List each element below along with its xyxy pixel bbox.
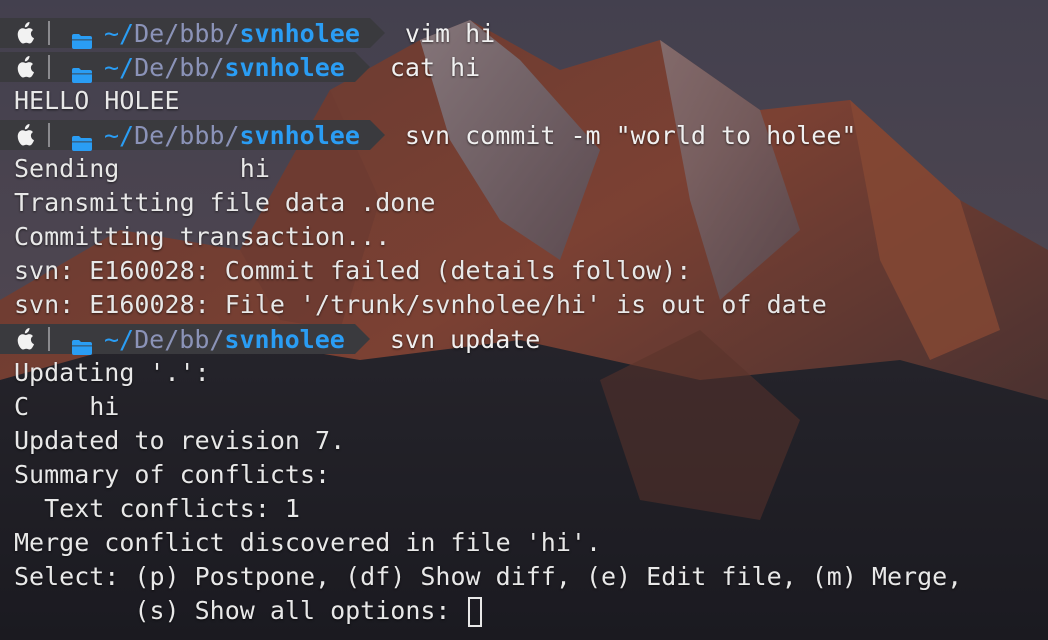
output-text: Select: (p) Postpone, (df) Show diff, (e… bbox=[14, 562, 963, 591]
output-text: svn: E160028: File '/trunk/svnholee/hi' … bbox=[14, 290, 827, 319]
output-line: Summary of conflicts: bbox=[0, 458, 1048, 492]
output-line: Committing transaction... bbox=[0, 220, 1048, 254]
output-line: Select: (p) Postpone, (df) Show diff, (e… bbox=[0, 560, 1048, 594]
command-text: svn commit -m "world to holee" bbox=[404, 120, 857, 150]
path-home: ~/ bbox=[104, 18, 135, 48]
output-text: Merge conflict discovered in file 'hi'. bbox=[14, 528, 601, 557]
path-current-dir: svnholee bbox=[224, 324, 345, 354]
output-line: C hi bbox=[0, 390, 1048, 424]
output-line: HELLO HOLEE bbox=[0, 84, 1048, 118]
apple-icon bbox=[0, 324, 50, 354]
prompt-path: ~/De/bbb/svnholee bbox=[50, 120, 370, 151]
output-text: Committing transaction... bbox=[14, 222, 391, 251]
folder-icon bbox=[72, 60, 92, 83]
folder-icon bbox=[72, 332, 92, 355]
path-current-dir: svnholee bbox=[224, 52, 345, 82]
command-text: vim hi bbox=[404, 18, 496, 48]
prompt-path: ~/De/bb/svnholee bbox=[50, 52, 355, 83]
output-line: Updating '.': bbox=[0, 356, 1048, 390]
path-home: ~/ bbox=[104, 324, 135, 354]
folder-icon bbox=[72, 26, 92, 49]
path-parent: De/bbb/ bbox=[134, 120, 240, 150]
folder-icon bbox=[72, 128, 92, 151]
output-text: C hi bbox=[14, 392, 120, 421]
terminal-window[interactable]: ~/De/bbb/svnholee vim hi ~/De/bb/svnholee c… bbox=[0, 0, 1048, 640]
prompt-path: ~/De/bb/svnholee bbox=[50, 324, 355, 355]
output-text: Updating '.': bbox=[14, 358, 210, 387]
output-line: Updated to revision 7. bbox=[0, 424, 1048, 458]
output-text: Text conflicts: 1 bbox=[14, 494, 300, 523]
prompt-separator-arrow bbox=[369, 18, 385, 48]
path-current-dir: svnholee bbox=[239, 120, 360, 150]
output-line: svn: E160028: Commit failed (details fol… bbox=[0, 254, 1048, 288]
output-line: Transmitting file data .done bbox=[0, 186, 1048, 220]
path-parent: De/bbb/ bbox=[134, 18, 240, 48]
prompt-separator-arrow bbox=[369, 120, 385, 150]
prompt-separator-arrow bbox=[354, 52, 370, 82]
output-text: Summary of conflicts: bbox=[14, 460, 331, 489]
output-line: Merge conflict discovered in file 'hi'. bbox=[0, 526, 1048, 560]
output-text: Updated to revision 7. bbox=[14, 426, 346, 455]
prompt-line: ~/De/bbb/svnholee vim hi bbox=[0, 16, 1048, 50]
path-home: ~/ bbox=[104, 52, 135, 82]
output-text: svn: E160028: Commit failed (details fol… bbox=[14, 256, 692, 285]
command-text: cat hi bbox=[389, 52, 481, 82]
output-text: HELLO HOLEE bbox=[14, 86, 180, 115]
apple-icon bbox=[0, 120, 50, 150]
prompt-line: ~/De/bbb/svnholee svn commit -m "world to… bbox=[0, 118, 1048, 152]
apple-icon bbox=[0, 18, 50, 48]
input-prompt-text: (s) Show all options: bbox=[14, 596, 466, 625]
prompt-line: ~/De/bb/svnholee svn update bbox=[0, 322, 1048, 356]
path-parent: De/bb/ bbox=[134, 52, 225, 82]
prompt-path: ~/De/bbb/svnholee bbox=[50, 18, 370, 49]
output-text: Transmitting file data .done bbox=[14, 188, 436, 217]
input-prompt-line[interactable]: (s) Show all options: bbox=[0, 594, 1048, 628]
output-line: Sending hi bbox=[0, 152, 1048, 186]
prompt-line: ~/De/bb/svnholee cat hi bbox=[0, 50, 1048, 84]
output-line: svn: E160028: File '/trunk/svnholee/hi' … bbox=[0, 288, 1048, 322]
output-line: Text conflicts: 1 bbox=[0, 492, 1048, 526]
command-text: svn update bbox=[389, 324, 541, 354]
path-current-dir: svnholee bbox=[239, 18, 360, 48]
path-parent: De/bb/ bbox=[134, 324, 225, 354]
terminal-output: ~/De/bbb/svnholee vim hi ~/De/bb/svnholee c… bbox=[0, 16, 1048, 628]
text-cursor[interactable] bbox=[467, 597, 482, 627]
prompt-separator-arrow bbox=[354, 324, 370, 354]
path-home: ~/ bbox=[104, 120, 135, 150]
output-text: Sending hi bbox=[14, 154, 270, 183]
apple-icon bbox=[0, 52, 50, 82]
